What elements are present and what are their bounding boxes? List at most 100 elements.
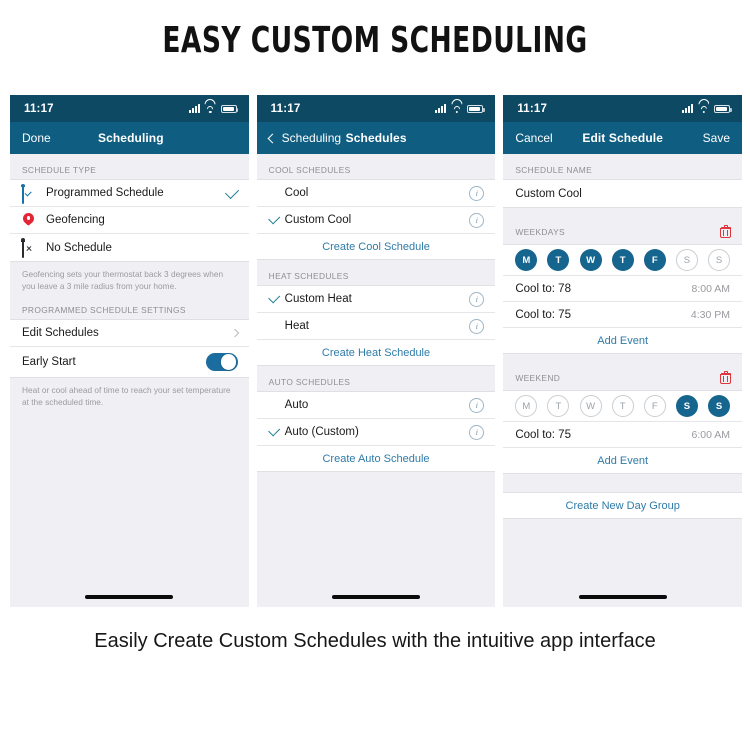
phone-panel-edit-schedule: 11:17 Cancel Edit Schedule Save SCHEDULE… [503, 95, 743, 607]
gap [503, 354, 743, 366]
home-indicator [332, 595, 420, 599]
create-heat-schedule-button[interactable]: Create Heat Schedule [256, 340, 496, 365]
page-title: EASY CUSTOM SCHEDULING [162, 20, 588, 61]
wifi-icon [451, 99, 463, 113]
status-time: 11:17 [270, 102, 301, 115]
delete-icon[interactable] [720, 225, 732, 239]
battery-icon [467, 104, 485, 113]
nav-bar: Scheduling Schedules [256, 122, 496, 154]
schedule-item-auto[interactable]: Auto i [256, 392, 496, 419]
day-toggle-tue[interactable]: T [547, 395, 570, 417]
weekend-day-selector: M T W T F S S [503, 391, 743, 421]
calendar-check-icon [22, 184, 37, 204]
schedule-item-custom-cool[interactable]: Custom Cool i [256, 207, 496, 234]
schedule-item-cool[interactable]: Cool i [256, 180, 496, 207]
edit-schedules-label: Edit Schedules [22, 327, 99, 340]
event-time: 6:00 AM [691, 428, 731, 441]
section-header-cool: COOL SCHEDULES [256, 154, 496, 179]
info-icon[interactable]: i [469, 424, 485, 440]
day-toggle-sat[interactable]: S [675, 249, 698, 271]
heat-schedules-group: Custom Heat i Heat i Create Heat Schedul… [256, 285, 496, 366]
info-icon[interactable]: i [469, 291, 485, 307]
day-toggle-fri[interactable]: F [643, 395, 666, 417]
schedule-item-label: Auto (Custom) [284, 426, 359, 438]
section-header-programmed-settings: PROGRAMMED SCHEDULE SETTINGS [10, 294, 249, 320]
weekend-group-header: WEEKEND [503, 366, 743, 390]
cancel-button[interactable]: Cancel [515, 131, 552, 145]
phone-screenshots-row: 11:17 Done Scheduling SCHEDULE TYPE Prog… [10, 95, 743, 607]
status-time: 11:17 [517, 102, 548, 115]
edit-schedules-row[interactable]: Edit Schedules [10, 320, 249, 348]
early-start-row[interactable]: Early Start [10, 347, 249, 378]
add-event-button[interactable]: Add Event [503, 447, 743, 473]
chevron-left-icon [267, 133, 278, 143]
status-bar: 11:17 [256, 95, 496, 122]
event-row[interactable]: Cool to: 75 6:00 AM [503, 421, 743, 447]
day-toggle-tue[interactable]: T [547, 249, 570, 271]
schedule-item-label: Cool [284, 187, 309, 199]
day-toggle-fri[interactable]: F [643, 249, 666, 271]
day-toggle-wed[interactable]: W [579, 249, 602, 271]
section-header-schedule-name: SCHEDULE NAME [503, 154, 743, 179]
create-cool-schedule-button[interactable]: Create Cool Schedule [256, 234, 496, 259]
gap [503, 474, 743, 492]
back-button[interactable]: Scheduling [267, 131, 342, 145]
phone-panel-scheduling: 11:17 Done Scheduling SCHEDULE TYPE Prog… [10, 95, 249, 607]
create-new-day-group-button[interactable]: Create New Day Group [503, 493, 743, 518]
event-label: Cool to: 75 [515, 428, 571, 441]
schedule-item-label: Heat [284, 320, 309, 332]
day-toggle-sat[interactable]: S [675, 395, 698, 417]
event-row[interactable]: Cool to: 75 4:30 PM [503, 301, 743, 327]
section-header-auto: AUTO SCHEDULES [256, 366, 496, 391]
save-button[interactable]: Save [703, 131, 730, 145]
weekdays-label: WEEKDAYS [515, 227, 565, 237]
section-header-schedule-type: SCHEDULE TYPE [10, 154, 249, 179]
done-button[interactable]: Done [22, 131, 51, 145]
weekdays-day-selector: M T W T F S S [503, 245, 743, 275]
event-row[interactable]: Cool to: 78 8:00 AM [503, 275, 743, 301]
empty-area [256, 472, 496, 592]
schedule-item-custom-heat[interactable]: Custom Heat i [256, 286, 496, 313]
info-icon[interactable]: i [469, 212, 485, 228]
phone-panel-schedules: 11:17 Scheduling Schedules COOL SCHEDULE… [256, 95, 496, 607]
status-icons [188, 99, 239, 113]
screen-content: COOL SCHEDULES Cool i Custom Cool i Crea… [256, 154, 496, 607]
check-icon [267, 424, 280, 437]
check-icon [267, 212, 280, 225]
schedule-type-programmed[interactable]: Programmed Schedule [10, 180, 249, 207]
caption-text: Easily Create Custom Schedules with the … [94, 630, 656, 652]
back-button-label: Scheduling [281, 131, 342, 145]
status-time: 11:17 [24, 102, 54, 115]
day-toggle-thu[interactable]: T [611, 249, 634, 271]
wifi-icon [698, 99, 710, 113]
schedule-type-geofencing[interactable]: Geofencing [10, 207, 249, 234]
day-toggle-sun[interactable]: S [708, 249, 730, 271]
section-header-heat: HEAT SCHEDULES [256, 260, 496, 285]
day-toggle-thu[interactable]: T [611, 395, 634, 417]
schedule-name-field[interactable]: Custom Cool [503, 179, 743, 208]
early-start-toggle[interactable] [205, 353, 238, 372]
schedule-item-label: Custom Cool [284, 214, 352, 226]
delete-icon[interactable] [720, 371, 732, 385]
event-label: Cool to: 78 [515, 282, 571, 295]
info-icon[interactable]: i [469, 318, 485, 334]
day-toggle-mon[interactable]: M [515, 395, 538, 417]
info-icon[interactable]: i [469, 397, 485, 413]
add-event-button[interactable]: Add Event [503, 327, 743, 353]
info-icon[interactable]: i [469, 185, 485, 201]
gap [503, 208, 743, 220]
create-auto-schedule-button[interactable]: Create Auto Schedule [256, 446, 496, 471]
event-label: Cool to: 75 [515, 308, 571, 321]
day-toggle-wed[interactable]: W [579, 395, 602, 417]
schedule-type-no-schedule[interactable]: No Schedule [10, 234, 249, 261]
status-bar: 11:17 [10, 95, 249, 122]
day-toggle-sun[interactable]: S [708, 395, 730, 417]
schedule-item-heat[interactable]: Heat i [256, 313, 496, 340]
day-toggle-mon[interactable]: M [515, 249, 538, 271]
cool-schedules-group: Cool i Custom Cool i Create Cool Schedul… [256, 179, 496, 260]
geofencing-note: Geofencing sets your thermostat back 3 d… [10, 262, 249, 295]
schedule-item-auto-custom[interactable]: Auto (Custom) i [256, 419, 496, 446]
schedule-type-label: Geofencing [46, 214, 105, 226]
weekdays-group: M T W T F S S Cool to: 78 8:00 AM Cool t… [503, 244, 743, 354]
location-pin-icon [22, 213, 37, 228]
